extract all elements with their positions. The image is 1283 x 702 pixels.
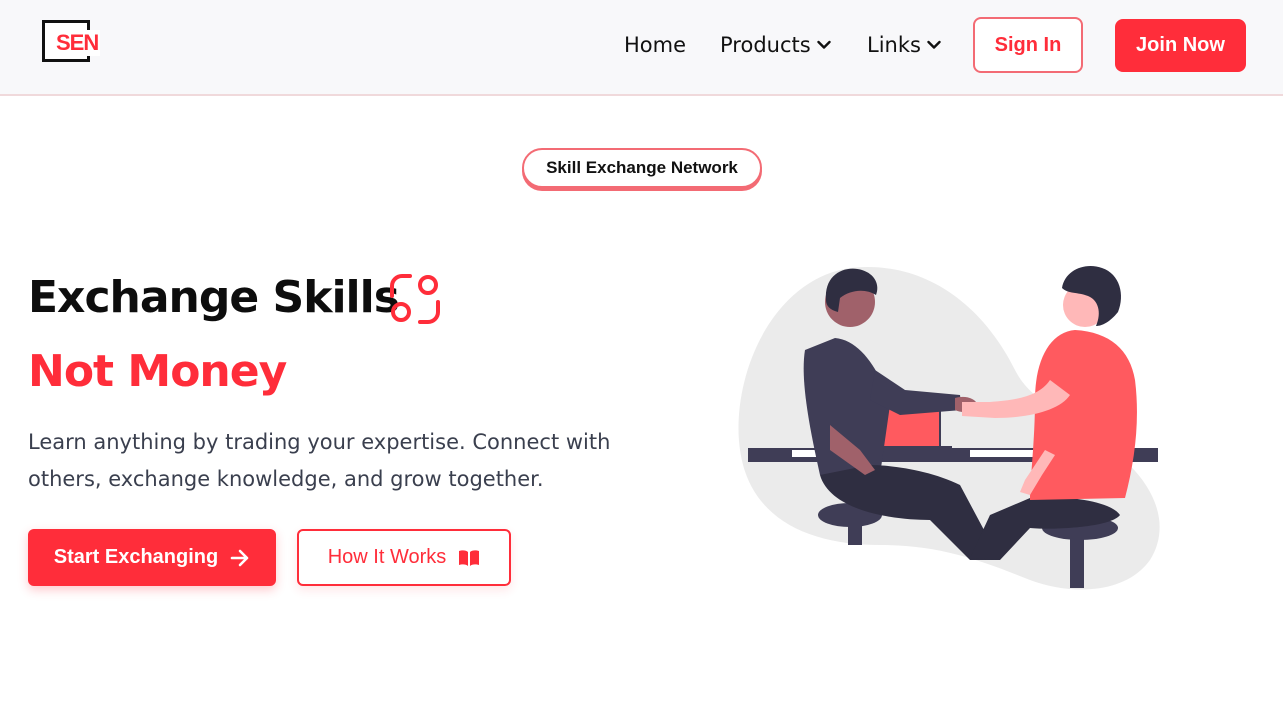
join-now-button[interactable]: Join Now [1115, 19, 1246, 72]
chevron-down-icon [816, 40, 831, 49]
nav-links-label: Links [867, 33, 921, 57]
nav-products[interactable]: Products [720, 33, 831, 57]
logo-text[interactable]: SEN [56, 30, 101, 56]
skill-exchange-badge: Skill Exchange Network [522, 148, 762, 188]
nav-home[interactable]: Home [624, 33, 686, 57]
sign-in-button[interactable]: Sign In [973, 17, 1083, 73]
hero-title: Exchange Skills [28, 272, 400, 323]
hero-subtitle: Not Money [28, 346, 287, 397]
how-it-works-button[interactable]: How It Works [297, 529, 511, 586]
how-it-works-label: How It Works [327, 546, 447, 568]
hero-description: Learn anything by trading your expertise… [28, 430, 611, 491]
nav-links[interactable]: Links [867, 33, 941, 57]
start-exchanging-button[interactable]: Start Exchanging [28, 529, 276, 586]
book-icon [459, 549, 480, 566]
nav-home-label: Home [624, 33, 687, 57]
nav-products-label: Products [720, 33, 811, 57]
handshake-illustration [738, 266, 1160, 590]
start-exchanging-label: Start Exchanging [53, 546, 219, 568]
arrow-right-icon [230, 549, 249, 566]
exchange-icon [390, 274, 440, 324]
site-header: SEN Home Products Links Sign In Join Now [0, 0, 1283, 96]
chevron-down-icon [927, 40, 941, 49]
